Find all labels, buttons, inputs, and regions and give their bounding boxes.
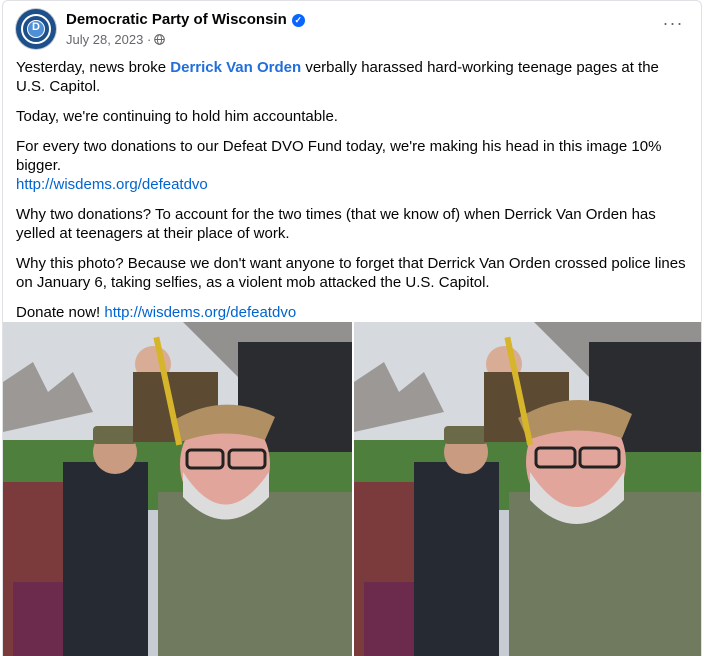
globe-icon <box>154 34 166 45</box>
post-card: D Democratic Party of Wisconsin ✓ July 28… <box>2 0 702 656</box>
profile-tag-link[interactable]: Derrick Van Orden <box>170 59 301 76</box>
post-meta: July 28, 2023 · <box>66 32 166 47</box>
body-paragraph-5: Why this photo? Because we don't want an… <box>16 255 686 291</box>
post-date[interactable]: July 28, 2023 <box>66 32 143 47</box>
meta-separator: · <box>146 32 152 47</box>
post-body: Yesterday, news broke Derrick Van Orden … <box>16 58 688 333</box>
page-name-text[interactable]: Democratic Party of Wisconsin <box>66 11 287 28</box>
party-logo-icon[interactable]: D <box>16 9 56 49</box>
donate-now-link[interactable]: http://wisdems.org/defeatdvo <box>104 304 296 321</box>
selfie-photo-image <box>3 322 352 656</box>
more-options-icon[interactable]: ··· <box>659 13 687 37</box>
page-name[interactable]: Democratic Party of Wisconsin ✓ <box>66 11 305 28</box>
body-paragraph-1: Yesterday, news broke Derrick Van Orden … <box>16 59 659 95</box>
donate-link[interactable]: http://wisdems.org/defeatdvo <box>16 176 208 193</box>
body-paragraph-3: For every two donations to our Defeat DV… <box>16 138 662 193</box>
body-paragraph-6: Donate now! http://wisdems.org/defeatdvo <box>16 304 297 321</box>
body-paragraph-4: Why two donations? To account for the tw… <box>16 206 656 242</box>
photo-grid <box>3 322 701 656</box>
body-paragraph-2: Today, we're continuing to hold him acco… <box>16 108 338 125</box>
photo-original[interactable] <box>3 322 352 656</box>
photo-enlarged[interactable] <box>354 322 701 656</box>
logo-glyph: D <box>32 21 40 33</box>
selfie-photo-enlarged-image <box>354 322 701 656</box>
verified-badge-icon: ✓ <box>291 14 305 27</box>
post-header: D Democratic Party of Wisconsin ✓ July 28… <box>16 9 691 53</box>
